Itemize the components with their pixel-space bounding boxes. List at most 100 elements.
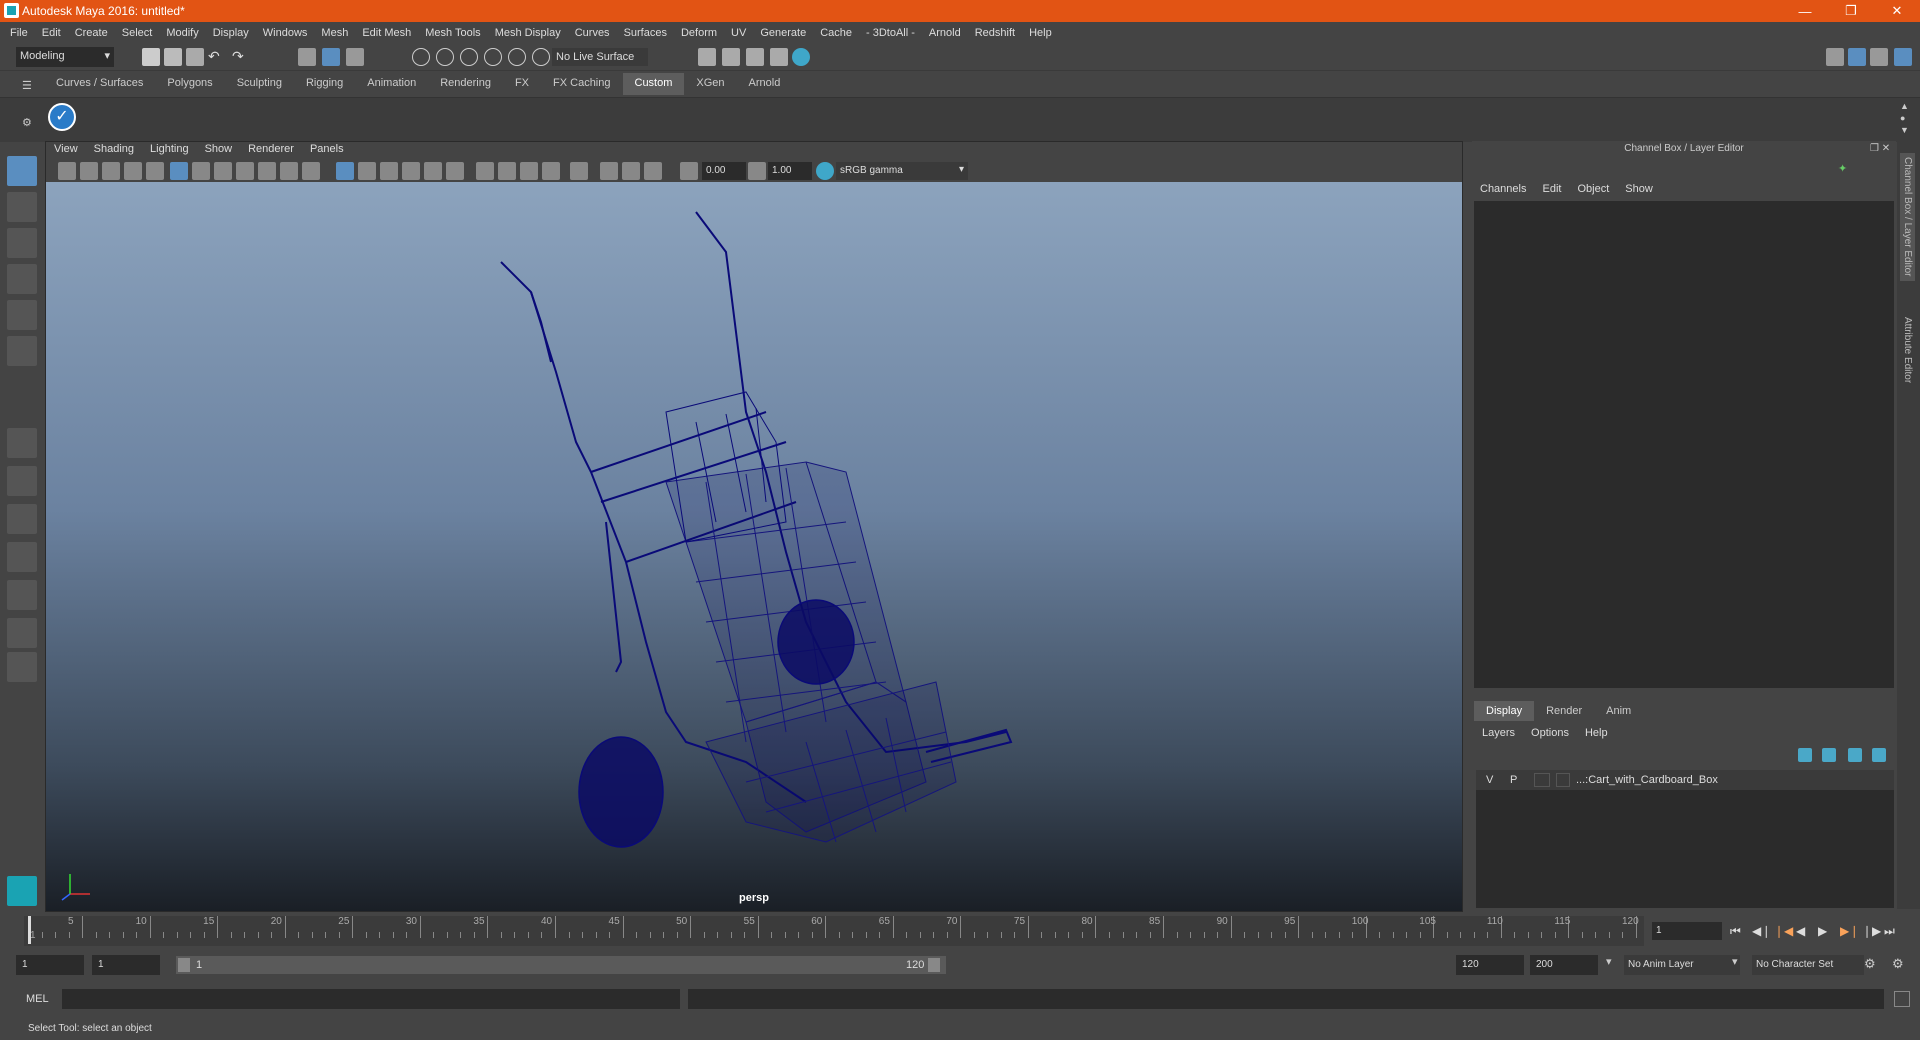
gamma-icon[interactable] <box>748 162 766 180</box>
range-slider[interactable]: 1 120 <box>176 956 946 974</box>
shelf-tab-rendering[interactable]: Rendering <box>428 73 503 95</box>
xray-joints-icon[interactable] <box>600 162 618 180</box>
exposure-field[interactable]: 0.00 <box>702 162 746 180</box>
redo-icon[interactable]: ↷ <box>232 48 250 66</box>
safe-action-icon[interactable] <box>280 162 298 180</box>
graph-layout-icon[interactable] <box>7 580 37 610</box>
layer-visibility-toggle[interactable]: V <box>1486 774 1504 786</box>
aa-icon[interactable] <box>542 162 560 180</box>
new-scene-icon[interactable] <box>142 48 160 66</box>
menu-file[interactable]: File <box>10 27 28 39</box>
anim-prefs-icon[interactable]: ⚙ <box>1892 956 1904 972</box>
snap-point-icon[interactable] <box>460 48 478 66</box>
camera-icon[interactable] <box>58 162 76 180</box>
hypershade-icon[interactable] <box>792 48 810 66</box>
rotate-tool-icon[interactable] <box>7 300 37 330</box>
shelf-tab-polygons[interactable]: Polygons <box>155 73 224 95</box>
range-slider-handle-end[interactable] <box>928 958 940 972</box>
menu-arnold[interactable]: Arnold <box>929 27 961 39</box>
menu-curves[interactable]: Curves <box>575 27 610 39</box>
undo-icon[interactable]: ↶ <box>208 48 226 66</box>
current-frame-marker[interactable] <box>28 916 31 944</box>
scene-end-field[interactable]: 200 <box>1530 955 1598 975</box>
go-to-end-icon[interactable]: ⏭ <box>1884 924 1898 938</box>
shelf-tab-sculpting[interactable]: Sculpting <box>225 73 294 95</box>
close-button[interactable]: ✕ <box>1874 0 1920 22</box>
range-slider-handle-start[interactable] <box>178 958 190 972</box>
render-settings-icon[interactable] <box>770 48 788 66</box>
menu-create[interactable]: Create <box>75 27 108 39</box>
menu-uv[interactable]: UV <box>731 27 746 39</box>
paint-select-tool-icon[interactable] <box>7 228 37 258</box>
layer-menu-options[interactable]: Options <box>1531 727 1569 739</box>
wireframe-icon[interactable] <box>336 162 354 180</box>
image-plane-icon[interactable] <box>124 162 142 180</box>
menu-mesh[interactable]: Mesh <box>321 27 348 39</box>
menu-windows[interactable]: Windows <box>263 27 308 39</box>
select-object-icon[interactable] <box>322 48 340 66</box>
shelf-tab-animation[interactable]: Animation <box>355 73 428 95</box>
move-layer-up-icon[interactable] <box>1798 748 1812 762</box>
menu-edit-mesh[interactable]: Edit Mesh <box>362 27 411 39</box>
shadows-icon[interactable] <box>446 162 464 180</box>
gate-mask-icon[interactable] <box>236 162 254 180</box>
shelf-tab-fx-caching[interactable]: FX Caching <box>541 73 622 95</box>
render-frame-icon[interactable] <box>722 48 740 66</box>
lights-icon[interactable] <box>424 162 442 180</box>
shelf-settings-icon[interactable]: ⚙ <box>22 116 32 129</box>
go-to-start-icon[interactable]: ⏮ <box>1730 924 1744 938</box>
panel-menu-renderer[interactable]: Renderer <box>248 143 294 159</box>
exposure-icon[interactable] <box>680 162 698 180</box>
scene-start-field[interactable]: 1 <box>16 955 84 975</box>
minimize-button[interactable]: — <box>1782 0 1828 22</box>
snap-view-icon[interactable] <box>484 48 502 66</box>
snap-curve-icon[interactable] <box>436 48 454 66</box>
open-scene-icon[interactable] <box>164 48 182 66</box>
menu-deform[interactable]: Deform <box>681 27 717 39</box>
live-surface-field[interactable]: No Live Surface <box>552 48 648 66</box>
channel-menu-channels[interactable]: Channels <box>1480 183 1526 195</box>
panel-menu-shading[interactable]: Shading <box>94 143 134 159</box>
layer-menu-layers[interactable]: Layers <box>1482 727 1515 739</box>
tab-attribute-editor[interactable]: Attribute Editor <box>1900 313 1915 387</box>
layer-tab-render[interactable]: Render <box>1534 701 1594 721</box>
menu-edit[interactable]: Edit <box>42 27 61 39</box>
play-forward-icon[interactable]: ▶ <box>1818 924 1832 938</box>
menu-help[interactable]: Help <box>1029 27 1052 39</box>
textured-icon[interactable] <box>402 162 420 180</box>
shade-wireframe-icon[interactable] <box>380 162 398 180</box>
single-view-layout-icon[interactable] <box>7 428 37 458</box>
mode-dropdown[interactable]: Modeling ▾ <box>16 47 114 67</box>
check-icon[interactable]: ✓ <box>48 103 76 131</box>
shelf-tab-custom[interactable]: Custom <box>622 73 685 95</box>
snap-magnet-icon[interactable] <box>532 48 550 66</box>
channel-menu-show[interactable]: Show <box>1625 183 1653 195</box>
layer-menu-help[interactable]: Help <box>1585 727 1608 739</box>
ipr-render-icon[interactable] <box>746 48 764 66</box>
channel-menu-edit[interactable]: Edit <box>1542 183 1561 195</box>
shelf-menu-icon[interactable]: ☰ <box>22 79 32 92</box>
bookmark-icon[interactable] <box>102 162 120 180</box>
motion-blur-icon[interactable] <box>520 162 538 180</box>
command-input[interactable] <box>62 989 680 1009</box>
menu-mesh-display[interactable]: Mesh Display <box>495 27 561 39</box>
panel-menu-lighting[interactable]: Lighting <box>150 143 189 159</box>
film-gate-icon[interactable] <box>192 162 210 180</box>
channel-box-list[interactable] <box>1474 201 1894 688</box>
gamma-field[interactable]: 1.00 <box>768 162 812 180</box>
save-scene-icon[interactable] <box>186 48 204 66</box>
shelf-tab-fx[interactable]: FX <box>503 73 541 95</box>
shelf-tab-xgen[interactable]: XGen <box>684 73 736 95</box>
new-layer-icon[interactable] <box>1848 748 1862 762</box>
menu-select[interactable]: Select <box>122 27 153 39</box>
safe-title-icon[interactable] <box>302 162 320 180</box>
anim-end-field[interactable]: 120 <box>1456 955 1524 975</box>
field-chart-icon[interactable] <box>258 162 276 180</box>
shelf-tab-rigging[interactable]: Rigging <box>294 73 355 95</box>
camera-attr-icon[interactable] <box>80 162 98 180</box>
color-space-dropdown[interactable]: sRGB gamma ▾ <box>836 162 968 180</box>
grid-icon[interactable] <box>170 162 188 180</box>
step-forward-key-icon[interactable]: ▶❘ <box>1840 924 1859 938</box>
more-layouts-icon[interactable] <box>7 652 37 682</box>
menu-mesh-tools[interactable]: Mesh Tools <box>425 27 480 39</box>
